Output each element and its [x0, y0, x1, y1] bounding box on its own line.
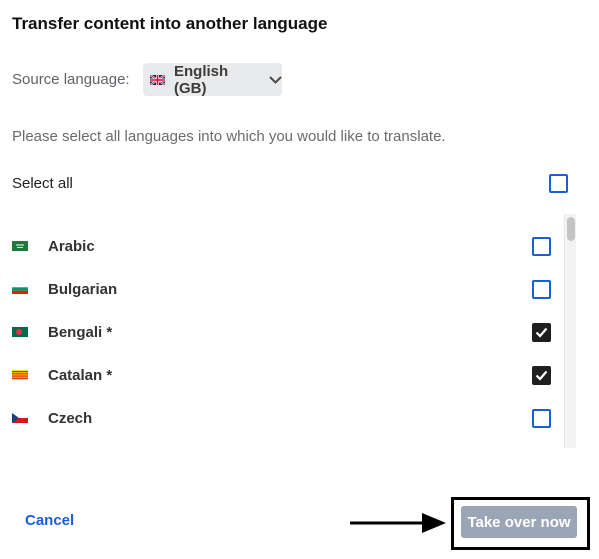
- language-list-scrollbar[interactable]: [564, 214, 576, 448]
- source-language-label: Source language:: [12, 71, 130, 88]
- language-row-bulgarian: Bulgarian: [12, 276, 552, 302]
- flag-bg-icon: [12, 284, 28, 294]
- language-name: Bengali *: [48, 323, 113, 341]
- take-over-now-button[interactable]: Take over now: [461, 506, 577, 538]
- flag-bd-icon: [12, 327, 28, 337]
- chevron-down-icon: [269, 75, 282, 84]
- select-all-label: Select all: [12, 174, 73, 192]
- language-row-bengali: Bengali *: [12, 319, 552, 345]
- language-checkbox-bengali[interactable]: [532, 322, 551, 342]
- flag-catalonia-icon: [12, 370, 28, 380]
- language-row-czech: Czech: [12, 405, 552, 431]
- checkmark-icon: [535, 370, 548, 381]
- select-all-row: Select all: [12, 172, 568, 194]
- flag-cz-icon: [12, 413, 28, 423]
- cancel-button[interactable]: Cancel: [25, 512, 74, 529]
- flag-gb-icon: [150, 74, 165, 85]
- language-checkbox-arabic[interactable]: [532, 236, 551, 256]
- language-checkbox-catalan[interactable]: [532, 365, 551, 385]
- source-language-row: Source language: English (GB): [12, 62, 282, 97]
- language-row-arabic: Arabic: [12, 233, 552, 259]
- language-name: Arabic: [48, 237, 95, 255]
- source-language-select[interactable]: English (GB): [143, 62, 282, 97]
- language-checkbox-czech[interactable]: [532, 408, 551, 428]
- dialog-title: Transfer content into another language: [12, 14, 328, 33]
- scrollbar-thumb[interactable]: [567, 217, 575, 241]
- language-row-catalan: Catalan *: [12, 362, 552, 388]
- select-all-checkbox[interactable]: [549, 173, 568, 193]
- source-language-value: English (GB): [174, 62, 229, 97]
- language-checkbox-bulgarian[interactable]: [532, 279, 551, 299]
- annotation-arrow-icon: [350, 513, 446, 533]
- language-list: Arabic Bulgarian Bengali * Catalan * Cze…: [0, 216, 580, 448]
- language-name: Czech: [48, 409, 93, 427]
- language-name: Catalan *: [48, 366, 113, 384]
- language-name: Bulgarian: [48, 280, 118, 298]
- flag-sa-icon: [12, 241, 28, 251]
- checkmark-icon: [535, 327, 548, 338]
- instruction-text: Please select all languages into which y…: [12, 128, 446, 145]
